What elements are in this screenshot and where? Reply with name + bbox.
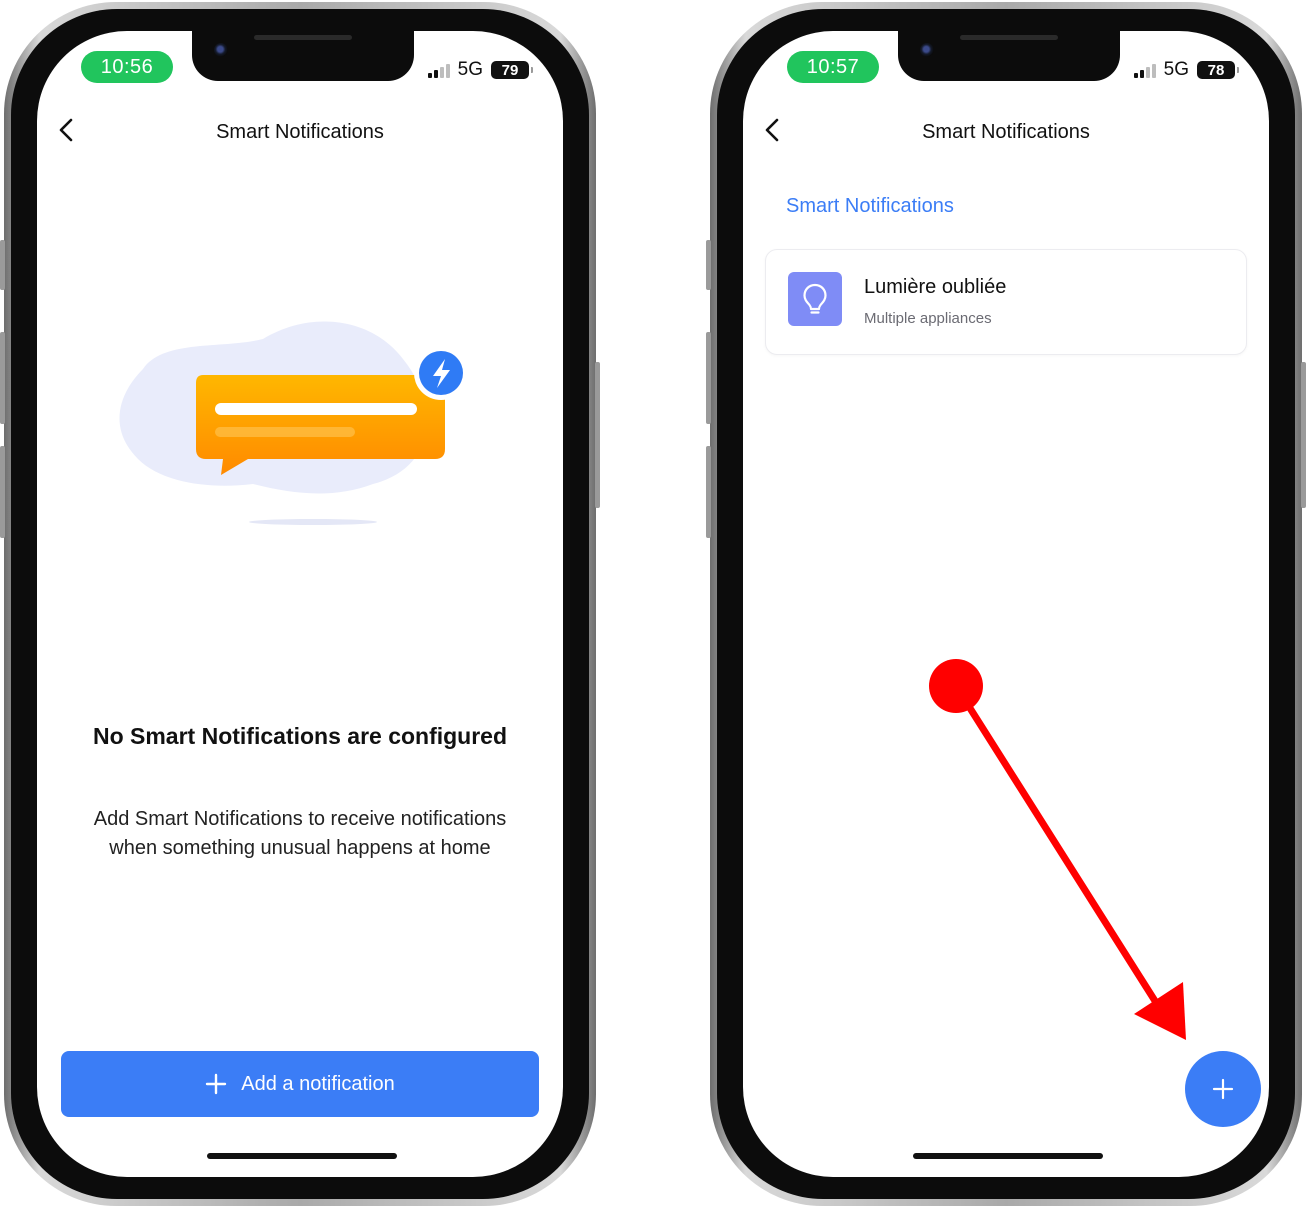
phone-bezel: 10:56 5G 79 Smart Notifications No Smart… <box>11 9 589 1199</box>
network-type: 5G <box>1163 59 1189 80</box>
rule-title: Lumière oubliée <box>864 276 1007 298</box>
chat-bubble-lightning-illustration <box>119 321 468 525</box>
home-indicator[interactable] <box>913 1153 1103 1159</box>
power-button <box>595 362 600 508</box>
plus-icon <box>206 1073 227 1095</box>
notification-rule-card[interactable]: Lumière oubliée Multiple appliances <box>765 249 1247 355</box>
empty-state-illustration <box>103 299 473 529</box>
rule-icon-tile <box>788 272 842 326</box>
network-type: 5G <box>457 59 483 80</box>
battery-icon: 78 <box>1197 61 1239 79</box>
status-time: 10:56 <box>81 51 173 83</box>
plus-icon <box>1212 1078 1234 1100</box>
section-heading: Smart Notifications <box>786 195 954 217</box>
volume-down-button <box>706 446 711 538</box>
rule-subtitle: Multiple appliances <box>864 310 992 327</box>
status-indicators: 5G 79 <box>427 59 533 81</box>
page-title: Smart Notifications <box>922 121 1090 143</box>
front-camera <box>920 43 934 57</box>
speaker <box>960 35 1058 40</box>
speaker <box>254 35 352 40</box>
notch <box>898 31 1120 81</box>
mute-switch <box>706 240 711 290</box>
status-time: 10:57 <box>787 51 879 83</box>
phone-bezel: 10:57 5G 78 Smart Notifications Smart No… <box>717 9 1295 1199</box>
volume-down-button <box>0 446 5 538</box>
empty-state-description-line: Add Smart Notifications to receive notif… <box>93 808 507 830</box>
empty-state-title: No Smart Notifications are configured <box>92 723 508 749</box>
screen-left: 10:56 5G 79 Smart Notifications No Smart… <box>37 31 563 1177</box>
add-notification-button[interactable]: Add a notification <box>61 1051 539 1117</box>
add-notification-label: Add a notification <box>241 1072 395 1095</box>
volume-up-button <box>0 332 5 424</box>
home-indicator[interactable] <box>207 1153 397 1159</box>
notch <box>192 31 414 81</box>
add-fab-button[interactable] <box>1185 1051 1261 1127</box>
mute-switch <box>0 240 5 290</box>
empty-state-description: Add Smart Notifications to receive notif… <box>67 805 533 863</box>
battery-icon: 79 <box>491 61 533 79</box>
lightbulb-icon <box>803 283 827 314</box>
phone-frame-right: 10:57 5G 78 Smart Notifications Smart No… <box>706 2 1306 1206</box>
volume-up-button <box>706 332 711 424</box>
front-camera <box>214 43 228 57</box>
empty-state-description-line: when something unusual happens at home <box>109 837 491 859</box>
signal-icon <box>1133 62 1156 78</box>
status-indicators: 5G 78 <box>1133 59 1239 81</box>
power-button <box>1301 362 1306 508</box>
phone-frame-left: 10:56 5G 79 Smart Notifications No Smart… <box>0 2 600 1206</box>
screen-right: 10:57 5G 78 Smart Notifications Smart No… <box>743 31 1269 1177</box>
signal-icon <box>427 62 450 78</box>
page-title: Smart Notifications <box>216 121 384 143</box>
